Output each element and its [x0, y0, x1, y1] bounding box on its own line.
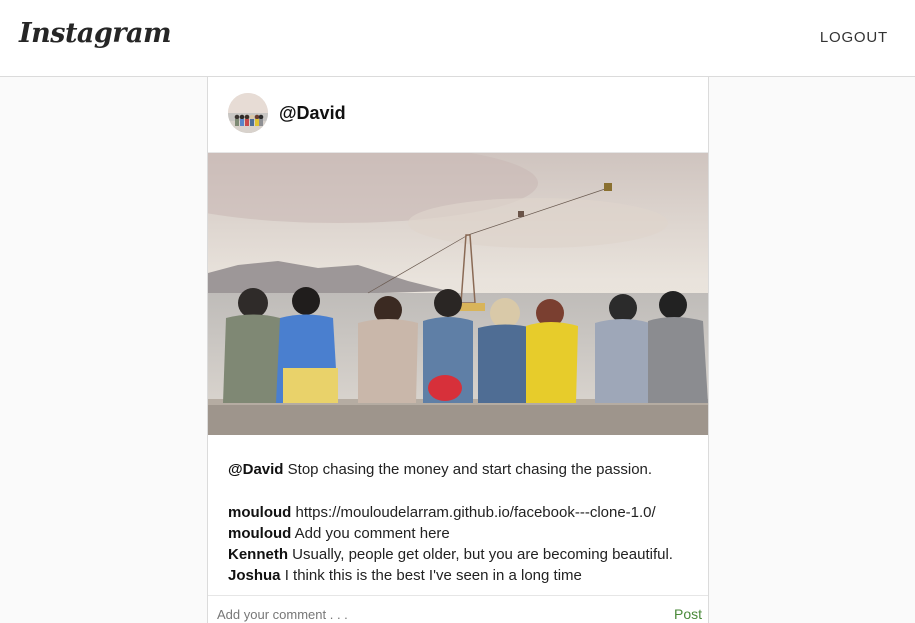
- post-comment-button[interactable]: Post: [674, 606, 702, 622]
- comment-item: mouloud https://mouloudelarram.github.io…: [228, 502, 673, 523]
- comment-text: https://mouloudelarram.github.io/faceboo…: [295, 504, 656, 521]
- comment-author[interactable]: Joshua: [228, 567, 281, 584]
- avatar[interactable]: [228, 93, 268, 133]
- post-header: @David: [208, 77, 708, 153]
- caption-text: Stop chasing the money and start chasing…: [287, 461, 653, 478]
- post-photo: [208, 153, 708, 435]
- logout-button[interactable]: LOGOUT: [820, 29, 888, 46]
- comment-author[interactable]: mouloud: [228, 504, 291, 521]
- comment-item: Joshua I think this is the best I've see…: [228, 565, 673, 586]
- avatar-image: [228, 93, 268, 133]
- comment-item: mouloud Add you comment here: [228, 523, 673, 544]
- post-card: @David @David Stop chasing the money and…: [207, 77, 709, 623]
- add-comment-bar: Post: [208, 595, 708, 623]
- comment-item: Kenneth Usually, people get older, but y…: [228, 544, 673, 565]
- instagram-logo[interactable]: Instagram: [19, 18, 172, 49]
- comment-author[interactable]: Kenneth: [228, 546, 288, 563]
- comment-text: I think this is the best I've seen in a …: [284, 567, 582, 584]
- caption-author[interactable]: @David: [228, 461, 283, 478]
- comments-list: mouloud https://mouloudelarram.github.io…: [228, 502, 673, 586]
- comment-text: Add you comment here: [294, 525, 450, 542]
- comment-input[interactable]: [217, 604, 637, 623]
- post-caption: @David Stop chasing the money and start …: [228, 461, 652, 478]
- top-nav-bar: Instagram LOGOUT: [0, 0, 915, 77]
- post-username[interactable]: @David: [279, 103, 346, 124]
- comment-text: Usually, people get older, but you are b…: [292, 546, 673, 563]
- comment-author[interactable]: mouloud: [228, 525, 291, 542]
